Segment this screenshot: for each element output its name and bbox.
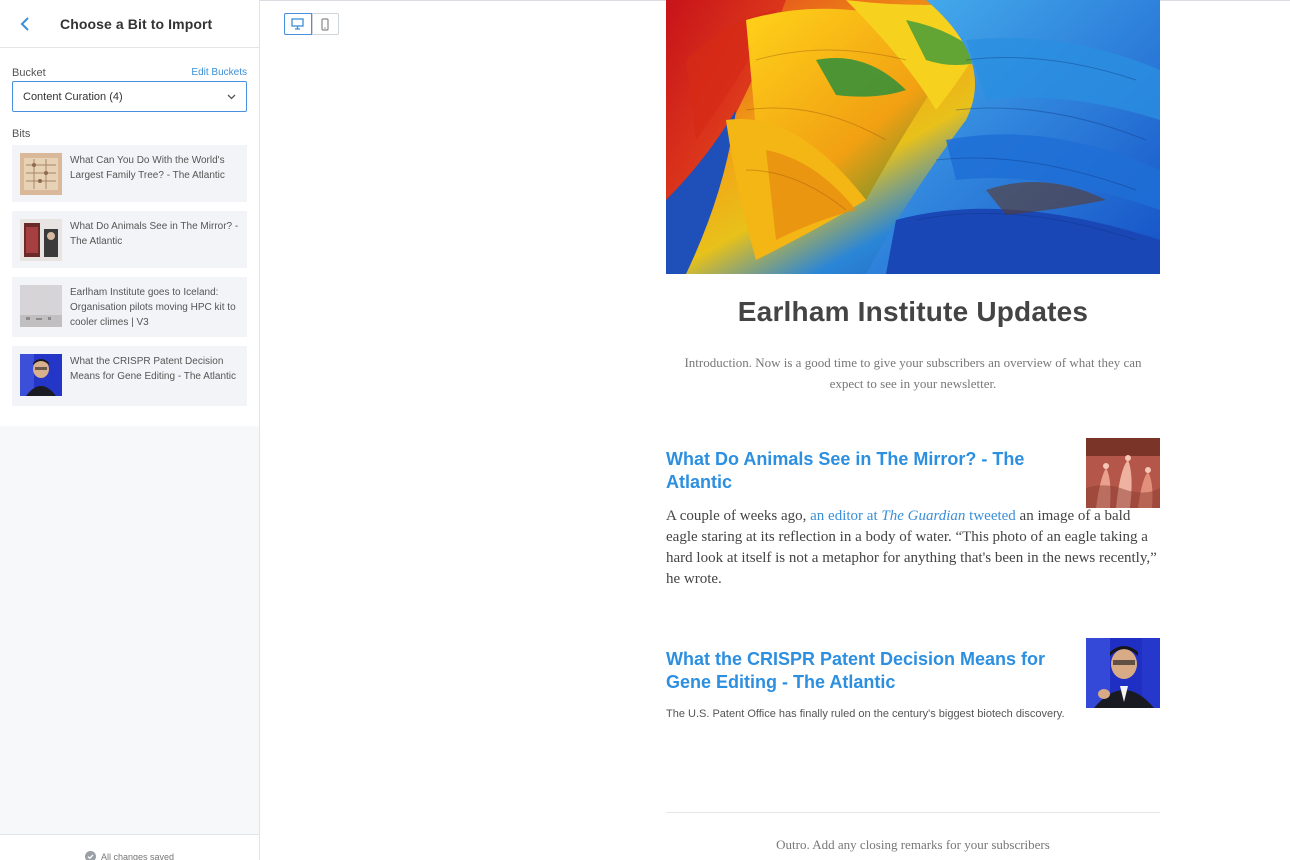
bit-item[interactable]: What Can You Do With the World's Largest… xyxy=(12,145,247,202)
hero-image[interactable] xyxy=(666,0,1160,274)
bit-item[interactable]: What Do Animals See in The Mirror? - The… xyxy=(12,211,247,268)
bit-thumbnail xyxy=(20,354,62,396)
article-body[interactable]: A couple of weeks ago, an editor at The … xyxy=(666,506,1160,590)
bits-label: Bits xyxy=(12,128,31,140)
desktop-view-button[interactable] xyxy=(284,13,312,35)
bit-title: What Can You Do With the World's Largest… xyxy=(70,155,225,181)
bit-thumbnail xyxy=(20,153,62,195)
article-title[interactable]: What the CRISPR Patent Decision Means fo… xyxy=(666,648,1046,694)
bit-item[interactable]: Earlham Institute goes to Iceland: Organ… xyxy=(12,277,247,337)
bucket-select[interactable]: Content Curation (4) xyxy=(12,81,247,112)
newsletter-title[interactable]: Earlham Institute Updates xyxy=(666,296,1160,328)
sidebar-panel: Bucket Edit Buckets Content Curation (4)… xyxy=(0,48,259,426)
bit-thumbnail xyxy=(20,285,62,327)
save-status: All changes saved xyxy=(0,834,259,860)
article-body[interactable]: The U.S. Patent Office has finally ruled… xyxy=(666,704,1066,724)
bit-item[interactable]: What the CRISPR Patent Decision Means fo… xyxy=(12,346,247,406)
mobile-view-button[interactable] xyxy=(311,14,339,34)
editor-link-text: an editor at xyxy=(810,508,882,524)
chevron-down-icon xyxy=(227,94,236,99)
desktop-icon xyxy=(291,18,304,30)
article-block[interactable]: What Do Animals See in The Mirror? - The… xyxy=(666,438,1160,648)
sidebar-title: Choose a Bit to Import xyxy=(60,16,213,32)
tweeted-link[interactable]: tweeted xyxy=(969,508,1016,524)
newsletter-outro[interactable]: Outro. Add any closing remarks for your … xyxy=(666,837,1160,853)
newsletter-preview: Earlham Institute Updates Introduction. … xyxy=(666,0,1160,853)
guardian-link-text: The Guardian xyxy=(881,508,966,524)
article-thumbnail[interactable] xyxy=(1086,438,1160,508)
chevron-left-icon xyxy=(20,17,29,31)
mobile-icon xyxy=(321,17,329,31)
outro-divider xyxy=(666,812,1160,813)
bucket-label: Bucket xyxy=(12,66,46,79)
article-thumbnail[interactable] xyxy=(1086,638,1160,708)
bit-title: Earlham Institute goes to Iceland: Organ… xyxy=(70,287,236,328)
sidebar: Choose a Bit to Import Bucket Edit Bucke… xyxy=(0,0,260,860)
edit-buckets-link[interactable]: Edit Buckets xyxy=(191,67,247,78)
article-block[interactable]: What the CRISPR Patent Decision Means fo… xyxy=(666,638,1160,812)
article-body-text: A couple of weeks ago, xyxy=(666,508,811,524)
save-status-text: All changes saved xyxy=(100,851,175,860)
newsletter-intro[interactable]: Introduction. Now is a good time to give… xyxy=(672,352,1154,394)
bit-title: What Do Animals See in The Mirror? - The… xyxy=(70,221,239,247)
back-button[interactable] xyxy=(16,14,34,34)
article-title[interactable]: What Do Animals See in The Mirror? - The… xyxy=(666,448,1046,494)
bucket-row: Bucket Edit Buckets xyxy=(12,48,247,81)
bit-title: What the CRISPR Patent Decision Means fo… xyxy=(70,356,237,382)
view-toggle xyxy=(284,13,339,35)
editor-link[interactable]: an editor at The Guardian xyxy=(810,508,965,524)
bit-thumbnail xyxy=(20,219,62,261)
check-circle-icon xyxy=(84,851,96,860)
bucket-select-value: Content Curation (4) xyxy=(23,90,123,103)
sidebar-header: Choose a Bit to Import xyxy=(0,0,259,48)
